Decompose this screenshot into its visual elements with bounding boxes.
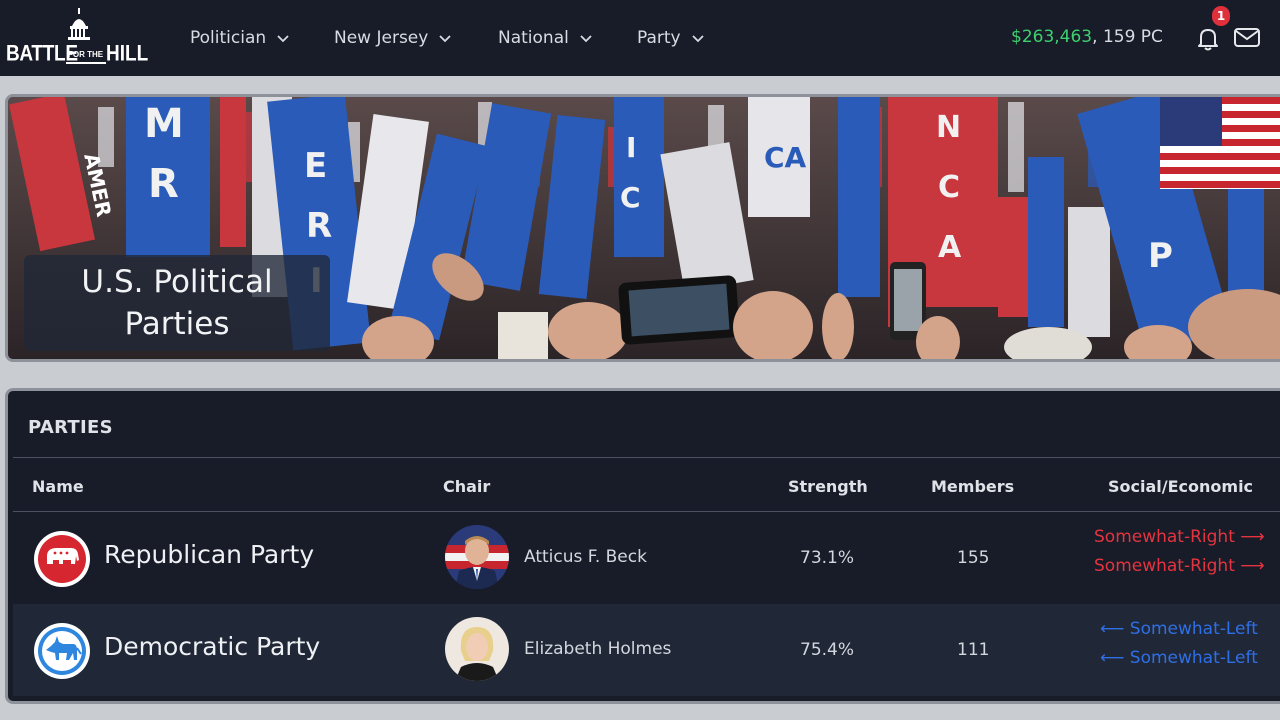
chair-name[interactable]: Atticus F. Beck (524, 547, 647, 567)
arrow-left-icon: ⟵ (1100, 619, 1125, 639)
svg-text:M: M (144, 101, 184, 147)
chevron-down-icon (580, 35, 592, 43)
nav-national-label: National (498, 28, 569, 48)
donkey-icon[interactable] (33, 622, 91, 680)
nav-party[interactable]: Party (637, 26, 705, 50)
notification-count-badge: 1 (1212, 6, 1230, 26)
logo-word-for-the: FOR THE (68, 50, 104, 59)
nav-new-jersey[interactable]: New Jersey (334, 26, 452, 50)
svg-text:A: A (938, 230, 962, 265)
arrow-left-icon: ⟵ (1100, 648, 1125, 668)
svg-text:N: N (936, 110, 961, 145)
party-strength: 75.4% (800, 640, 855, 660)
svg-text:E: E (304, 146, 327, 186)
nav-new-jersey-label: New Jersey (334, 28, 429, 48)
svg-text:C: C (620, 181, 641, 214)
svg-text:P: P (1148, 236, 1173, 276)
nav-politician-label: Politician (190, 28, 267, 48)
party-members: 155 (957, 548, 990, 568)
logo-word-hill: HILL (106, 42, 149, 67)
party-members: 111 (957, 640, 990, 660)
funds-display[interactable]: $263,463, 159 PC (1011, 27, 1163, 47)
nav-party-label: Party (637, 28, 681, 48)
column-header-name[interactable]: Name (32, 477, 84, 496)
party-strength: 73.1% (800, 548, 855, 568)
capitol-dome-icon (68, 8, 90, 40)
column-header-social-economic[interactable]: Social/Economic (1108, 477, 1253, 496)
battle-for-the-hill-logo[interactable]: BATTLE FOR THE HILL (6, 8, 148, 68)
parties-header: PARTIES (28, 417, 113, 438)
svg-text:I: I (626, 131, 636, 164)
column-header-members[interactable]: Members (931, 477, 1014, 496)
social-lean: Somewhat-Right ⟶ (1094, 527, 1265, 547)
political-capital: 159 PC (1102, 27, 1163, 47)
elephant-icon[interactable] (33, 530, 91, 588)
mail-icon (1234, 28, 1260, 47)
table-row[interactable]: Republican Party Atticus F. Beck 73.1% 1… (13, 512, 1280, 604)
parties-panel: PARTIES Name Chair Strength Members Soci… (5, 388, 1280, 704)
top-navbar: BATTLE FOR THE HILL Politician New Jerse… (0, 0, 1280, 76)
party-name[interactable]: Republican Party (104, 540, 314, 569)
social-lean-label: Somewhat-Right (1094, 527, 1235, 547)
chair-name[interactable]: Elizabeth Holmes (524, 639, 671, 659)
svg-text:R: R (306, 206, 332, 246)
economic-lean-label: Somewhat-Right (1094, 556, 1235, 576)
svg-text:C: C (938, 170, 960, 205)
social-lean-label: Somewhat-Left (1129, 619, 1258, 639)
chevron-down-icon (277, 35, 289, 43)
nav-politician[interactable]: Politician (190, 26, 290, 50)
economic-lean: Somewhat-Right ⟶ (1094, 556, 1265, 576)
table-row[interactable]: Democratic Party Elizabeth Holmes 75.4% … (13, 604, 1280, 696)
notifications-button[interactable] (1194, 24, 1222, 52)
column-header-strength[interactable]: Strength (788, 477, 868, 496)
bell-icon (1198, 29, 1218, 51)
cash-amount: $263,463 (1011, 27, 1093, 47)
chevron-down-icon (439, 35, 451, 43)
header-divider (13, 457, 1280, 458)
chair-portrait-icon (445, 525, 509, 589)
economic-lean: ⟵ Somewhat-Left (1100, 648, 1258, 668)
arrow-right-icon: ⟶ (1240, 556, 1265, 576)
chair-avatar[interactable] (445, 525, 509, 589)
chair-portrait-icon (445, 617, 509, 681)
svg-text:R: R (148, 161, 179, 207)
party-name[interactable]: Democratic Party (104, 632, 320, 661)
logo-underline (66, 62, 106, 64)
nav-national[interactable]: National (498, 26, 593, 50)
svg-text:CA: CA (764, 141, 807, 174)
hero-title-box: U.S. Political Parties (24, 255, 330, 351)
social-lean: ⟵ Somewhat-Left (1100, 619, 1258, 639)
funds-separator: , (1092, 27, 1098, 47)
messages-button[interactable] (1233, 26, 1261, 50)
us-flag-icon (1160, 97, 1280, 189)
hero-banner: AMER M R E R I I C CA N C A P (5, 94, 1280, 362)
chair-avatar[interactable] (445, 617, 509, 681)
chevron-down-icon (691, 35, 704, 43)
column-header-chair[interactable]: Chair (443, 477, 490, 496)
economic-lean-label: Somewhat-Left (1129, 648, 1258, 668)
arrow-right-icon: ⟶ (1240, 527, 1265, 547)
page-title: U.S. Political Parties (81, 264, 273, 342)
